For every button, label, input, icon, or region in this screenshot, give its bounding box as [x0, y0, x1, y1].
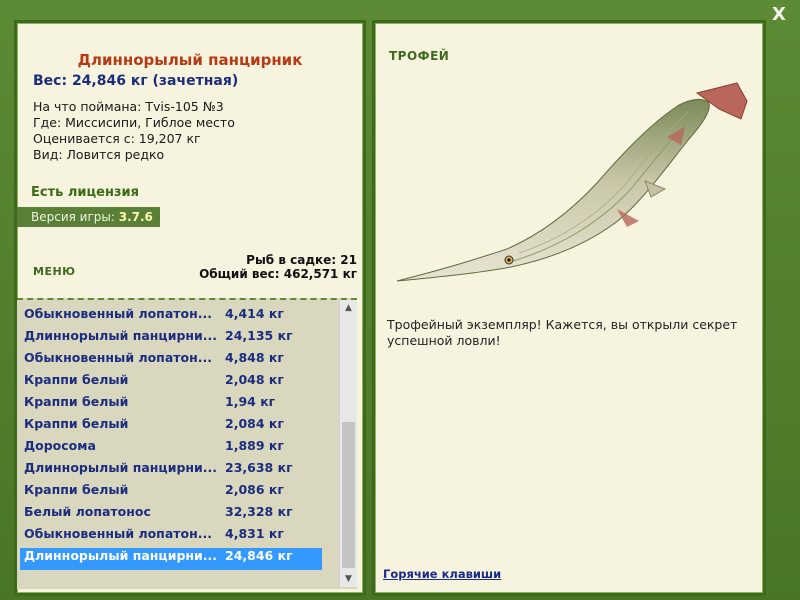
catch-list-item[interactable]: Длиннорылый панцирни... 24,135 кг: [20, 328, 322, 350]
catch-list-rows: Обыкновенный лопатон... 4,414 кг Длиннорыл…: [20, 306, 322, 570]
trophy-label: ТРОФЕЙ: [389, 49, 450, 63]
catch-list-scrollbar[interactable]: ▲ ▼: [339, 300, 357, 587]
catch-item-weight: 4,414 кг: [225, 306, 284, 321]
catch-item-weight: 4,848 кг: [225, 350, 284, 365]
trophy-description: Трофейный экземпляр! Кажется, вы открыли…: [387, 317, 738, 348]
fish-weight: Вес: 24,846 кг (зачетная): [33, 73, 239, 89]
catch-item-name: Длиннорылый панцирни...: [24, 328, 218, 343]
game-version-badge: Версия игры: 3.7.6: [17, 207, 160, 227]
species-note-text: Вид: Ловится редко: [33, 147, 165, 162]
catch-list-item[interactable]: Краппи белый 2,048 кг: [20, 372, 322, 394]
catch-item-name: Краппи белый: [24, 416, 129, 431]
menu-button[interactable]: МЕНЮ: [33, 265, 76, 278]
catch-list-item[interactable]: Обыкновенный лопатон... 4,848 кг: [20, 350, 322, 372]
caught-with-text: На что поймана: Tvis-105 №3: [33, 99, 224, 114]
catch-item-weight: 23,638 кг: [225, 460, 293, 475]
catch-list-item[interactable]: Длиннорылый панцирни... 24,846 кг: [20, 548, 322, 570]
catch-item-name: Доросома: [24, 438, 96, 453]
catch-item-name: Краппи белый: [24, 394, 129, 409]
catch-item-name: Длиннорылый панцирни...: [24, 460, 218, 475]
total-weight: Общий вес: 462,571 кг: [199, 267, 357, 281]
catch-item-weight: 24,846 кг: [225, 548, 293, 563]
catch-item-weight: 2,084 кг: [225, 416, 284, 431]
scroll-up-arrow-icon[interactable]: ▲: [340, 300, 357, 316]
catch-item-weight: 2,086 кг: [225, 482, 284, 497]
catch-list-item[interactable]: Обыкновенный лопатон... 4,414 кг: [20, 306, 322, 328]
scrollbar-thumb[interactable]: [342, 422, 355, 568]
fish-name-title: Длиннорылый панцирник: [77, 51, 303, 69]
catch-list-item[interactable]: Доросома 1,889 кг: [20, 438, 322, 460]
fish-info-panel: Длиннорылый панцирник Вес: 24,846 кг (за…: [14, 20, 366, 596]
fish-in-net-count: Рыб в садке: 21: [246, 253, 357, 267]
scroll-down-arrow-icon[interactable]: ▼: [340, 571, 357, 587]
hotkeys-link[interactable]: Горячие клавиши: [383, 567, 501, 581]
catch-item-name: Обыкновенный лопатон...: [24, 350, 212, 365]
game-window-frame: X Длиннорылый панцирник Вес: 24,846 кг (…: [0, 0, 800, 600]
license-status: Есть лицензия: [31, 185, 139, 200]
catch-item-name: Белый лопатонос: [24, 504, 151, 519]
location-text: Где: Миссисипи, Гиблое место: [33, 115, 235, 130]
catch-item-name: Краппи белый: [24, 482, 129, 497]
catch-item-weight: 1,889 кг: [225, 438, 284, 453]
gar-fish-image: [396, 82, 748, 282]
version-value: 3.7.6: [118, 210, 153, 224]
catch-item-name: Обыкновенный лопатон...: [24, 526, 212, 541]
catch-item-weight: 24,135 кг: [225, 328, 293, 343]
catch-list-item[interactable]: Краппи белый 1,94 кг: [20, 394, 322, 416]
close-button[interactable]: X: [768, 4, 790, 26]
trophy-panel: ТРОФЕЙ Трофейный экземпляр! Кажется, вы …: [372, 20, 766, 596]
catch-item-name: Обыкновенный лопатон...: [24, 306, 212, 321]
catch-item-weight: 1,94 кг: [225, 394, 276, 409]
catch-list-item[interactable]: Обыкновенный лопатон... 4,831 кг: [20, 526, 322, 548]
catch-item-weight: 2,048 кг: [225, 372, 284, 387]
catch-list-item[interactable]: Длиннорылый панцирни... 23,638 кг: [20, 460, 322, 482]
catch-item-name: Краппи белый: [24, 372, 129, 387]
catch-list[interactable]: Обыкновенный лопатон... 4,414 кг Длиннорыл…: [17, 298, 357, 589]
catch-list-item[interactable]: Краппи белый 2,084 кг: [20, 416, 322, 438]
catch-item-weight: 4,831 кг: [225, 526, 284, 541]
catch-list-item[interactable]: Краппи белый 2,086 кг: [20, 482, 322, 504]
catch-item-name: Длиннорылый панцирни...: [24, 548, 218, 563]
catch-item-weight: 32,328 кг: [225, 504, 293, 519]
version-label: Версия игры:: [31, 210, 115, 224]
catch-list-item[interactable]: Белый лопатонос 32,328 кг: [20, 504, 322, 526]
rated-from-text: Оценивается с: 19,207 кг: [33, 131, 201, 146]
